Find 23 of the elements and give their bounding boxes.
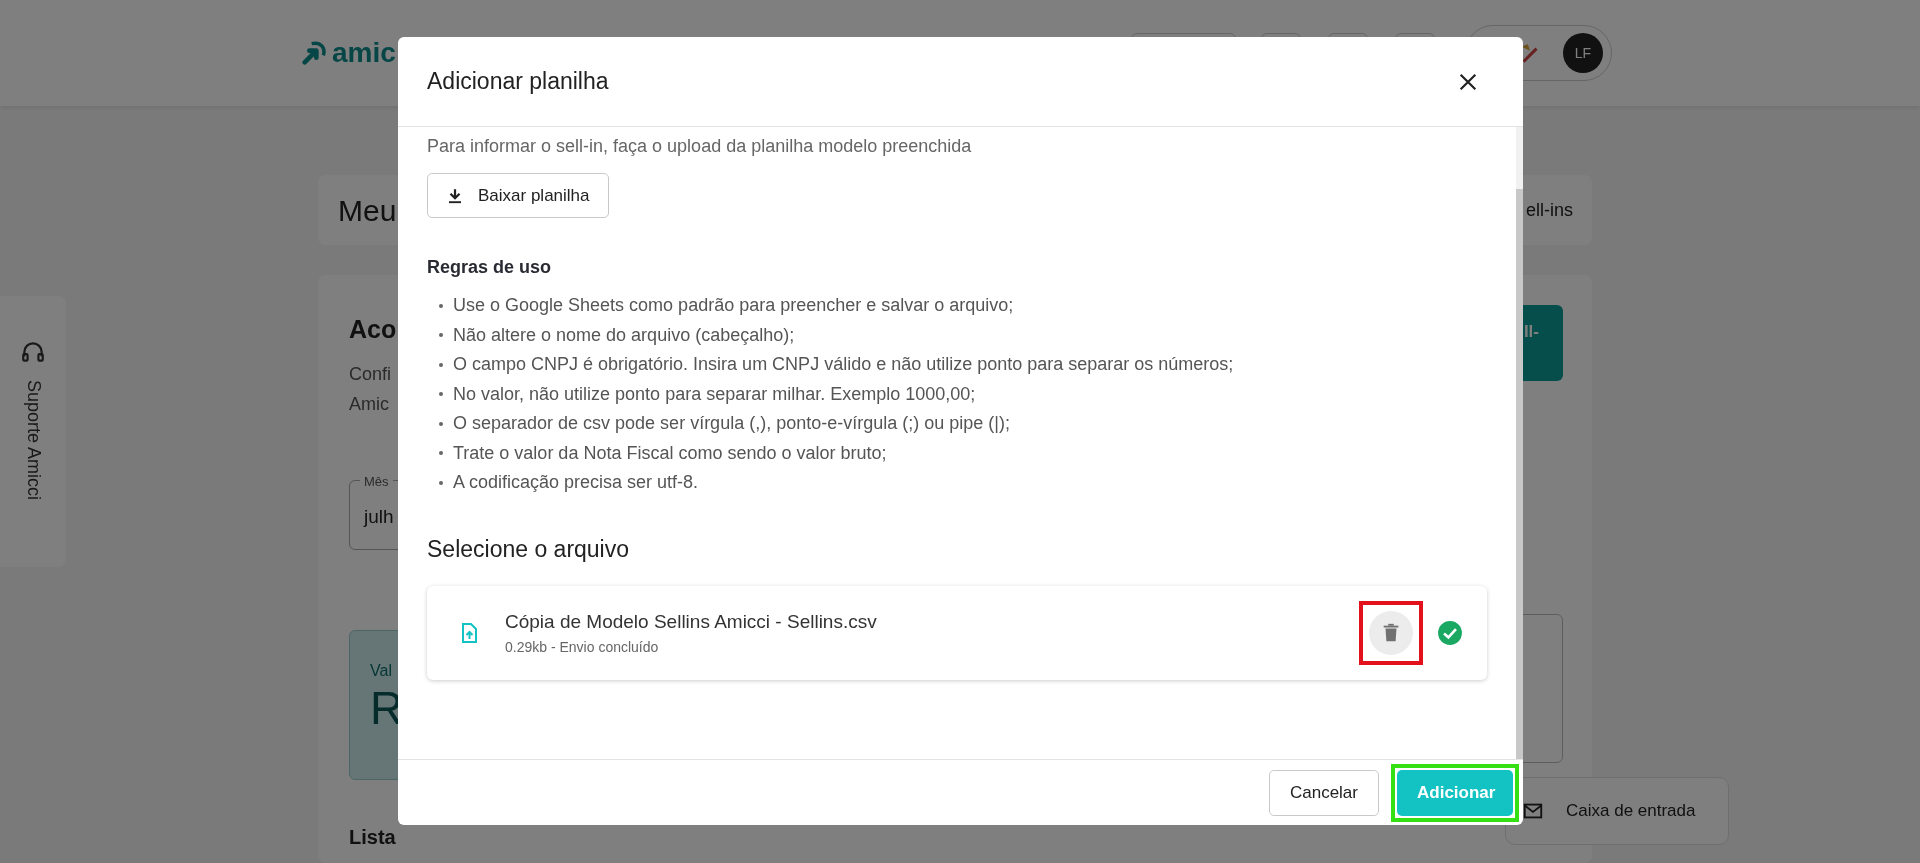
page-title: Meu: [338, 192, 397, 229]
rule-text: Não altere o nome do arquivo (cabeçalho);: [453, 323, 795, 347]
section-title: Aco: [349, 314, 397, 345]
section-text: Confi: [349, 362, 392, 386]
rule-text: A codificação precisa ser utf-8.: [453, 471, 699, 495]
logo-text: amic: [332, 36, 396, 70]
value-label: Val: [370, 660, 393, 681]
rule-text: O separador de csv pode ser vírgula (,), ponto-e-vírgula (;) ou pipe (|);: [453, 412, 1010, 436]
rule-text: Trate o valor da Nota Fiscal como sendo o valor bruto;: [453, 441, 887, 465]
rule-text: Use o Google Sheets como padrão para preencher e salvar o arquivo;: [453, 294, 1014, 318]
rule-text: O campo CNPJ é obrigatório. Insira um CNPJ válido e não utilize ponto para separar os números;: [453, 353, 1234, 377]
list-title: Lista: [349, 824, 396, 850]
intro-text: Para informar o sell-in, faça o upload da planilha modelo preenchida: [427, 135, 973, 158]
section-text: Amic: [349, 392, 389, 416]
field-value: julh: [364, 505, 394, 527]
file-name: Cópia de Modelo Sellins Amicci - Sellins.csv: [505, 610, 877, 635]
file-status: 0.29kb - Envio concluído: [505, 637, 660, 657]
rules-heading: Regras de uso: [427, 256, 553, 279]
inbox-label: Caixa de entrada: [1566, 800, 1696, 823]
file-section-title: Selecione o arquivo: [427, 534, 631, 564]
rule-text: No valor, não utilize ponto para separar milhar. Exemplo 1000,00;: [453, 382, 976, 406]
dialog-title: Adicionar planilha: [427, 67, 609, 96]
support-label: Suporte Amicci: [22, 380, 45, 501]
